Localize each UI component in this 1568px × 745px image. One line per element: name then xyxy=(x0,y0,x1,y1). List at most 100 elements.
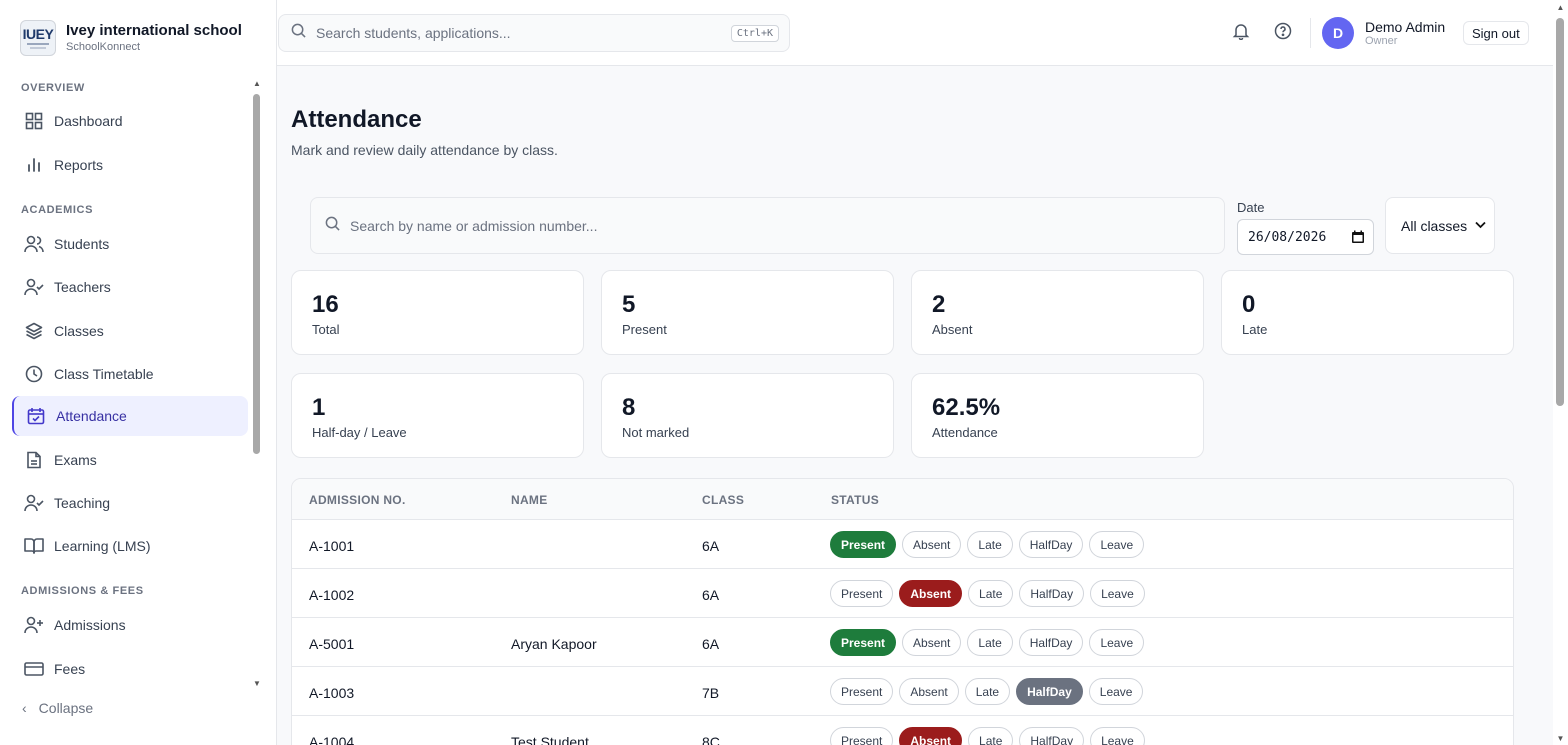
status-present-button[interactable]: Present xyxy=(830,727,894,745)
scroll-up-arrow-icon[interactable]: ▲ xyxy=(1555,2,1566,12)
page-scroll-thumb[interactable] xyxy=(1556,18,1564,406)
scroll-up-arrow-icon[interactable]: ▲ xyxy=(252,78,262,88)
grid-icon xyxy=(24,111,44,131)
sidebar-nav: OVERVIEW Dashboard Reports ACADEMICS Stu… xyxy=(0,78,250,690)
date-field[interactable]: 26/08/2026 xyxy=(1237,219,1374,255)
status-leave-button[interactable]: Leave xyxy=(1090,727,1145,745)
sidebar-scroll-thumb[interactable] xyxy=(253,94,260,454)
status-absent-button[interactable]: Absent xyxy=(899,580,963,607)
search-placeholder: Search by name or admission number... xyxy=(350,217,598,234)
admission-cell: A-1001 xyxy=(309,538,355,554)
status-halfday-button[interactable]: HalfDay xyxy=(1016,678,1083,705)
stat-label: Attendance xyxy=(932,425,998,440)
status-leave-button[interactable]: Leave xyxy=(1089,531,1145,558)
status-button-group: Present Absent Late HalfDay Leave xyxy=(830,531,1150,558)
sidebar-item-class-timetable[interactable]: Class Timetable xyxy=(12,354,248,394)
sidebar-item-reports[interactable]: Reports xyxy=(12,145,248,185)
class-select[interactable]: All classes xyxy=(1385,197,1495,254)
search-icon xyxy=(291,23,306,43)
status-late-button[interactable]: Late xyxy=(967,531,1013,558)
status-button-group: Present Absent Late HalfDay Leave xyxy=(830,629,1150,656)
user-plus-icon xyxy=(24,615,44,635)
sidebar-item-teachers[interactable]: Teachers xyxy=(12,267,248,307)
bell-icon[interactable] xyxy=(1230,20,1252,42)
stat-value: 16 xyxy=(312,291,339,318)
status-halfday-button[interactable]: HalfDay xyxy=(1019,727,1085,745)
sidebar-item-admissions[interactable]: Admissions xyxy=(12,605,248,645)
search-placeholder: Search students, applications... xyxy=(316,25,511,41)
stat-card-half-day-leave: 1 Half-day / Leave xyxy=(291,373,584,458)
status-late-button[interactable]: Late xyxy=(968,580,1014,607)
column-header: ADMISSION NO. xyxy=(309,493,406,507)
stat-label: Present xyxy=(622,322,667,337)
status-present-button[interactable]: Present xyxy=(830,678,894,705)
page-title: Attendance xyxy=(291,106,422,133)
sidebar-item-label: Learning (LMS) xyxy=(54,538,151,554)
school-name: Ivey international school xyxy=(66,22,242,39)
sign-out-button[interactable]: Sign out xyxy=(1463,21,1529,45)
topbar-divider xyxy=(1310,18,1311,48)
sidebar-item-attendance[interactable]: Attendance xyxy=(12,396,248,436)
sidebar-item-learning-lms[interactable]: Learning (LMS) xyxy=(12,526,248,566)
status-late-button[interactable]: Late xyxy=(967,629,1013,656)
status-halfday-button[interactable]: HalfDay xyxy=(1018,531,1084,558)
section-admissions-fees: ADMISSIONS & FEES xyxy=(21,585,144,597)
status-absent-button[interactable]: Absent xyxy=(902,531,962,558)
topbar: Search students, applications... Ctrl+K … xyxy=(277,0,1553,66)
school-logo: IUEY xyxy=(20,20,56,56)
avatar[interactable]: D xyxy=(1322,17,1354,49)
status-late-button[interactable]: Late xyxy=(968,727,1014,745)
user-check-icon xyxy=(24,277,44,297)
status-present-button[interactable]: Present xyxy=(830,629,897,656)
status-leave-button[interactable]: Leave xyxy=(1090,580,1145,607)
status-absent-button[interactable]: Absent xyxy=(899,678,959,705)
status-late-button[interactable]: Late xyxy=(964,678,1011,705)
status-absent-button[interactable]: Absent xyxy=(899,727,963,745)
status-halfday-button[interactable]: HalfDay xyxy=(1018,629,1084,656)
student-search-input[interactable]: Search by name or admission number... xyxy=(310,197,1225,254)
scroll-down-arrow-icon[interactable]: ▼ xyxy=(1555,733,1566,743)
stat-label: Absent xyxy=(932,322,973,337)
admission-cell: A-1003 xyxy=(309,685,355,701)
book-open-icon xyxy=(24,536,44,556)
brand[interactable]: IUEY Ivey international school SchoolKon… xyxy=(20,20,242,56)
sidebar-item-fees[interactable]: Fees xyxy=(12,649,248,689)
sidebar: IUEY Ivey international school SchoolKon… xyxy=(0,0,277,745)
calendar-icon[interactable] xyxy=(1351,230,1365,244)
sidebar-item-label: Exams xyxy=(54,452,97,468)
sidebar-item-label: Reports xyxy=(54,157,104,173)
admission-cell: A-5001 xyxy=(309,636,355,652)
stat-card-late: 0 Late xyxy=(1221,270,1514,355)
collapse-button[interactable]: ‹ Collapse xyxy=(22,700,93,716)
page-subtitle: Mark and review daily attendance by clas… xyxy=(291,142,558,158)
sidebar-item-classes[interactable]: Classes xyxy=(12,311,248,351)
global-search-input[interactable]: Search students, applications... Ctrl+K xyxy=(278,14,790,52)
sidebar-item-exams[interactable]: Exams xyxy=(12,440,248,480)
sidebar-item-label: Attendance xyxy=(56,408,127,424)
status-leave-button[interactable]: Leave xyxy=(1089,629,1145,656)
help-icon[interactable] xyxy=(1272,20,1294,42)
section-academics: ACADEMICS xyxy=(21,204,94,216)
sidebar-item-teaching[interactable]: Teaching xyxy=(12,483,248,523)
status-button-group: Present Absent Late HalfDay Leave xyxy=(830,580,1151,607)
class-cell: 6A xyxy=(702,587,720,603)
sidebar-item-label: Students xyxy=(54,236,110,252)
status-halfday-button[interactable]: HalfDay xyxy=(1019,580,1085,607)
stat-value: 5 xyxy=(622,291,636,318)
user-check-icon xyxy=(24,493,44,513)
stat-card-attendance-rate: 62.5% Attendance xyxy=(911,373,1204,458)
status-button-group: Present Absent Late HalfDay Leave xyxy=(830,727,1151,745)
bar-chart-icon xyxy=(24,155,44,175)
scroll-down-arrow-icon[interactable]: ▼ xyxy=(252,678,262,688)
status-leave-button[interactable]: Leave xyxy=(1088,678,1144,705)
status-present-button[interactable]: Present xyxy=(830,531,897,558)
class-cell: 7B xyxy=(702,685,720,701)
sidebar-item-dashboard[interactable]: Dashboard xyxy=(12,101,248,141)
status-absent-button[interactable]: Absent xyxy=(902,629,962,656)
admission-cell: A-1002 xyxy=(309,587,355,603)
sidebar-item-students[interactable]: Students xyxy=(12,224,248,264)
class-cell: 6A xyxy=(702,636,720,652)
sidebar-scrollbar[interactable]: ▲ ▼ xyxy=(252,78,262,690)
status-present-button[interactable]: Present xyxy=(830,580,894,607)
page-scrollbar[interactable]: ▲ ▼ xyxy=(1553,0,1568,745)
